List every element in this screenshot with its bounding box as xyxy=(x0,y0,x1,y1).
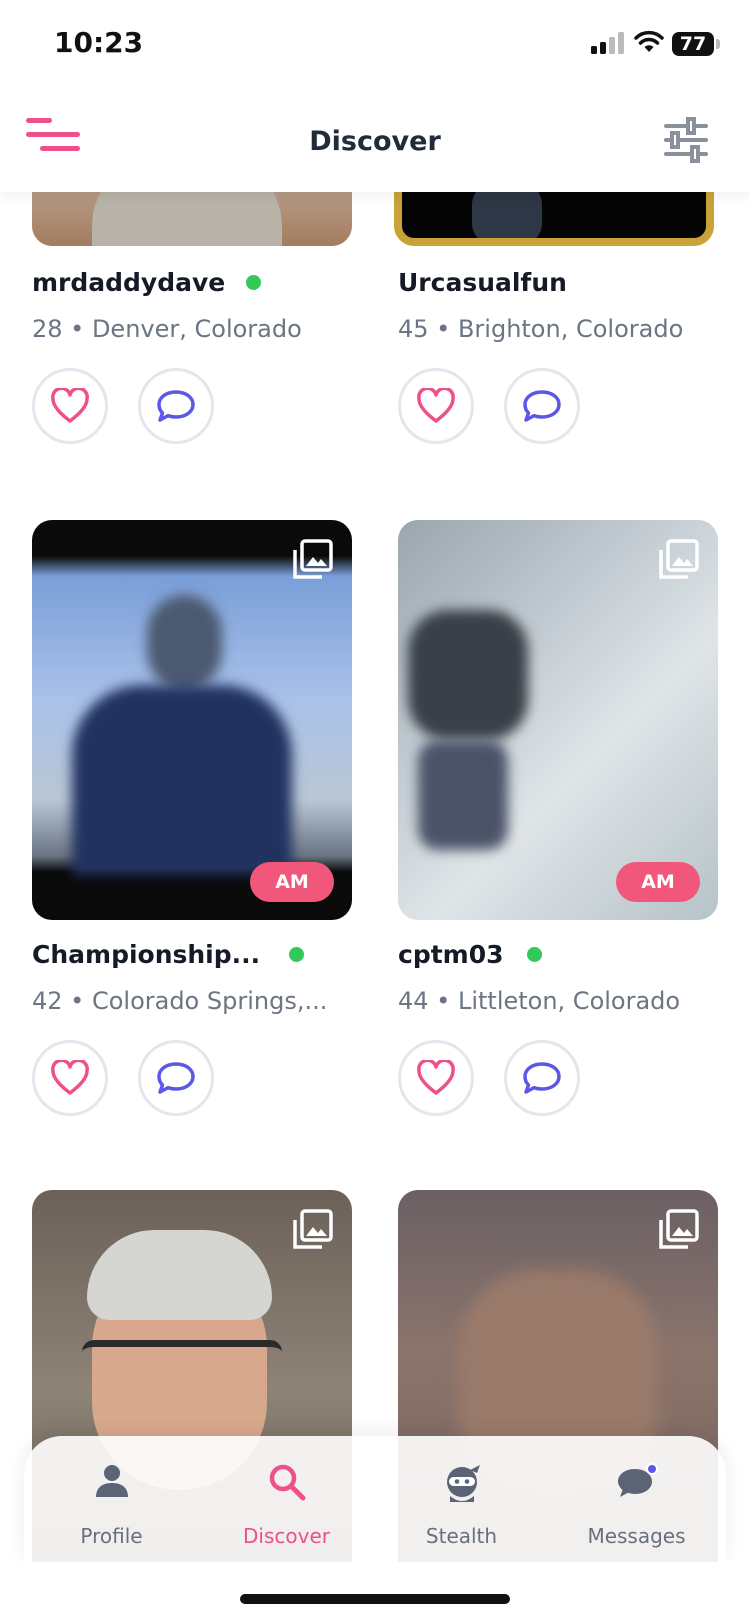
profile-name[interactable]: mrdaddydave xyxy=(32,268,225,297)
photo-hair xyxy=(87,1230,272,1320)
discover-grid[interactable]: mrdaddydave 28 • Denver, Colorado Urcasu… xyxy=(0,0,750,1624)
photo-gallery-icon[interactable] xyxy=(290,538,334,582)
chat-bubble-icon xyxy=(157,390,195,422)
chat-bubble-icon xyxy=(617,1463,658,1497)
profile-meta: 28 • Denver, Colorado xyxy=(32,315,302,343)
message-button[interactable] xyxy=(504,1040,580,1116)
page-title: Discover xyxy=(309,126,441,157)
home-indicator[interactable] xyxy=(240,1594,510,1604)
person-icon xyxy=(95,1465,128,1497)
tab-label: Stealth xyxy=(425,1524,498,1548)
tab-label: Profile xyxy=(80,1524,143,1548)
profile-meta: 44 • Littleton, Colorado xyxy=(398,987,681,1015)
search-icon xyxy=(269,1464,305,1501)
like-button[interactable] xyxy=(398,1040,474,1116)
menu-line-1 xyxy=(26,118,52,123)
profile-photo[interactable]: AM xyxy=(32,520,352,920)
message-button[interactable] xyxy=(504,368,580,444)
battery-tip xyxy=(716,39,720,49)
photo-figure xyxy=(472,184,542,238)
photo-figure-legs xyxy=(418,740,508,850)
am-badge: AM xyxy=(250,862,334,902)
cellular-signal-icon xyxy=(591,32,624,54)
profile-name[interactable]: Championship... xyxy=(32,940,260,969)
profile-meta: 42 • Colorado Springs,... xyxy=(32,987,328,1015)
ninja-icon xyxy=(446,1465,480,1502)
tab-profile[interactable]: Profile xyxy=(24,1436,199,1562)
photo-glasses xyxy=(82,1340,282,1391)
photo-figure-head xyxy=(147,595,222,690)
tab-label: Discover xyxy=(243,1524,330,1548)
online-indicator xyxy=(527,947,542,962)
chat-bubble-icon xyxy=(157,1062,195,1094)
am-badge: AM xyxy=(616,862,700,902)
photo-figure-body xyxy=(72,685,292,875)
like-button[interactable] xyxy=(32,1040,108,1116)
photo-figure-body xyxy=(408,610,528,740)
home-indicator-area xyxy=(0,1562,750,1624)
message-button[interactable] xyxy=(138,1040,214,1116)
heart-icon xyxy=(417,388,455,423)
online-indicator xyxy=(289,947,304,962)
tab-stealth[interactable]: Stealth xyxy=(374,1436,549,1562)
photo-gallery-icon[interactable] xyxy=(656,1208,700,1252)
status-bar: 10:23 77 xyxy=(0,0,750,96)
heart-icon xyxy=(51,1060,89,1095)
status-time: 10:23 xyxy=(54,26,144,59)
profile-name[interactable]: cptm03 xyxy=(398,940,504,969)
profile-photo[interactable]: AM xyxy=(398,520,718,920)
chat-bubble-icon xyxy=(523,1062,561,1094)
profile-name[interactable]: Urcasualfun xyxy=(398,268,567,297)
tab-discover[interactable]: Discover xyxy=(199,1436,374,1562)
photo-gallery-icon[interactable] xyxy=(656,538,700,582)
tab-messages[interactable]: Messages xyxy=(549,1436,724,1562)
tab-label: Messages xyxy=(587,1524,686,1548)
like-button[interactable] xyxy=(398,368,474,444)
battery-indicator: 77 xyxy=(672,32,714,56)
profile-meta: 45 • Brighton, Colorado xyxy=(398,315,684,343)
online-indicator xyxy=(246,275,261,290)
heart-icon xyxy=(417,1060,455,1095)
photo-gallery-icon[interactable] xyxy=(290,1208,334,1252)
like-button[interactable] xyxy=(32,368,108,444)
chat-bubble-icon xyxy=(523,390,561,422)
filter-sliders-icon[interactable] xyxy=(662,116,710,164)
message-button[interactable] xyxy=(138,368,214,444)
heart-icon xyxy=(51,388,89,423)
wifi-icon xyxy=(634,30,664,52)
app-header: Discover xyxy=(0,96,750,192)
bottom-tab-bar: Profile Discover Stealth Messages xyxy=(24,1436,726,1562)
